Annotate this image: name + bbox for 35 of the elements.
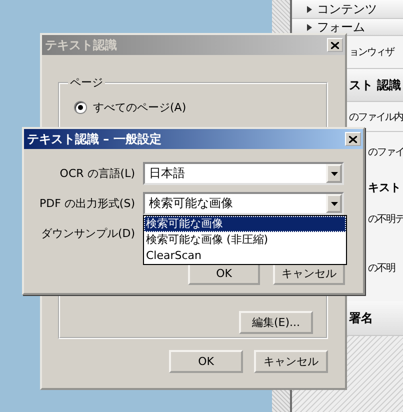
close-button[interactable] [345, 132, 361, 146]
close-icon [349, 136, 357, 142]
close-button[interactable] [327, 38, 343, 52]
window-title: テキスト認識 – 一般設定 [27, 130, 162, 148]
panel-text: のファイル内 [349, 110, 403, 124]
field-label: OCR の言語(L) [58, 166, 135, 181]
dropdown-field[interactable]: 日本語 [143, 162, 344, 185]
panel-heading: 署名 [349, 310, 373, 326]
radio-button[interactable] [74, 101, 87, 114]
dropdown-option[interactable]: 検索可能な画像 (非圧縮) [144, 232, 346, 248]
ok-button[interactable]: OK [169, 350, 243, 373]
panel-text: キスト [368, 180, 401, 195]
field-label: PDF の出力形式(S) [38, 196, 135, 211]
triangle-icon [307, 6, 312, 12]
panel-text: の不明テ [368, 213, 403, 226]
dropdown-button[interactable] [326, 194, 342, 213]
dropdown-button[interactable] [326, 164, 342, 183]
cancel-button[interactable]: キャンセル [254, 350, 328, 373]
caret-icon [330, 202, 338, 206]
triangle-icon [307, 24, 312, 30]
radio-label: すべてのページ(A) [93, 100, 186, 115]
group-label: ページ [69, 75, 104, 90]
panel-text: の不明 [368, 262, 395, 275]
field-label: ダウンサンプル(D) [40, 226, 135, 241]
close-icon [331, 42, 339, 48]
window-title: テキスト認識 [45, 36, 117, 54]
dropdown-option[interactable]: ClearScan [144, 248, 346, 264]
dropdown-value: 検索可能な画像 [149, 195, 233, 212]
dropdown-value: 日本語 [149, 165, 185, 182]
caret-icon [330, 172, 338, 176]
panel-heading: スト 認識 [349, 76, 402, 94]
dropdown-option[interactable]: 検索可能な画像 [144, 216, 346, 232]
panel-text: のファイ [368, 146, 403, 159]
edit-button[interactable]: 編集(E)... [239, 311, 313, 334]
panel-text: ョンウィザ [349, 46, 394, 59]
